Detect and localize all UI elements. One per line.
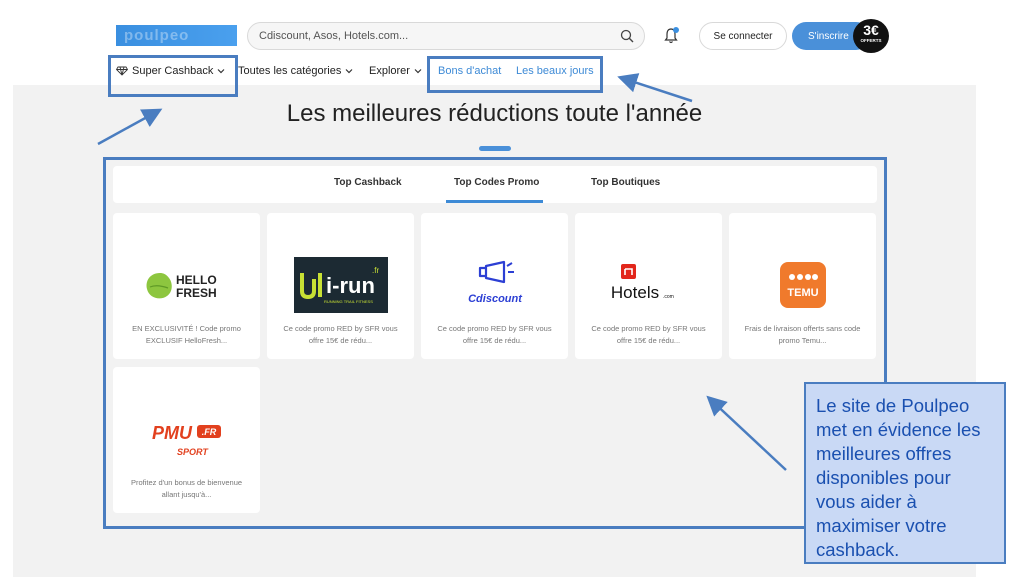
arrow-to-offers: [706, 395, 787, 471]
screenshot-page: poulpeo Cdiscount, Asos, Hotels.com... S…: [0, 0, 1024, 577]
annotation-callout: Le site de Poulpeo met en évidence les m…: [804, 382, 1006, 564]
arrow-to-super-cashback: [97, 108, 163, 146]
arrow-to-nav-links: [617, 73, 693, 103]
